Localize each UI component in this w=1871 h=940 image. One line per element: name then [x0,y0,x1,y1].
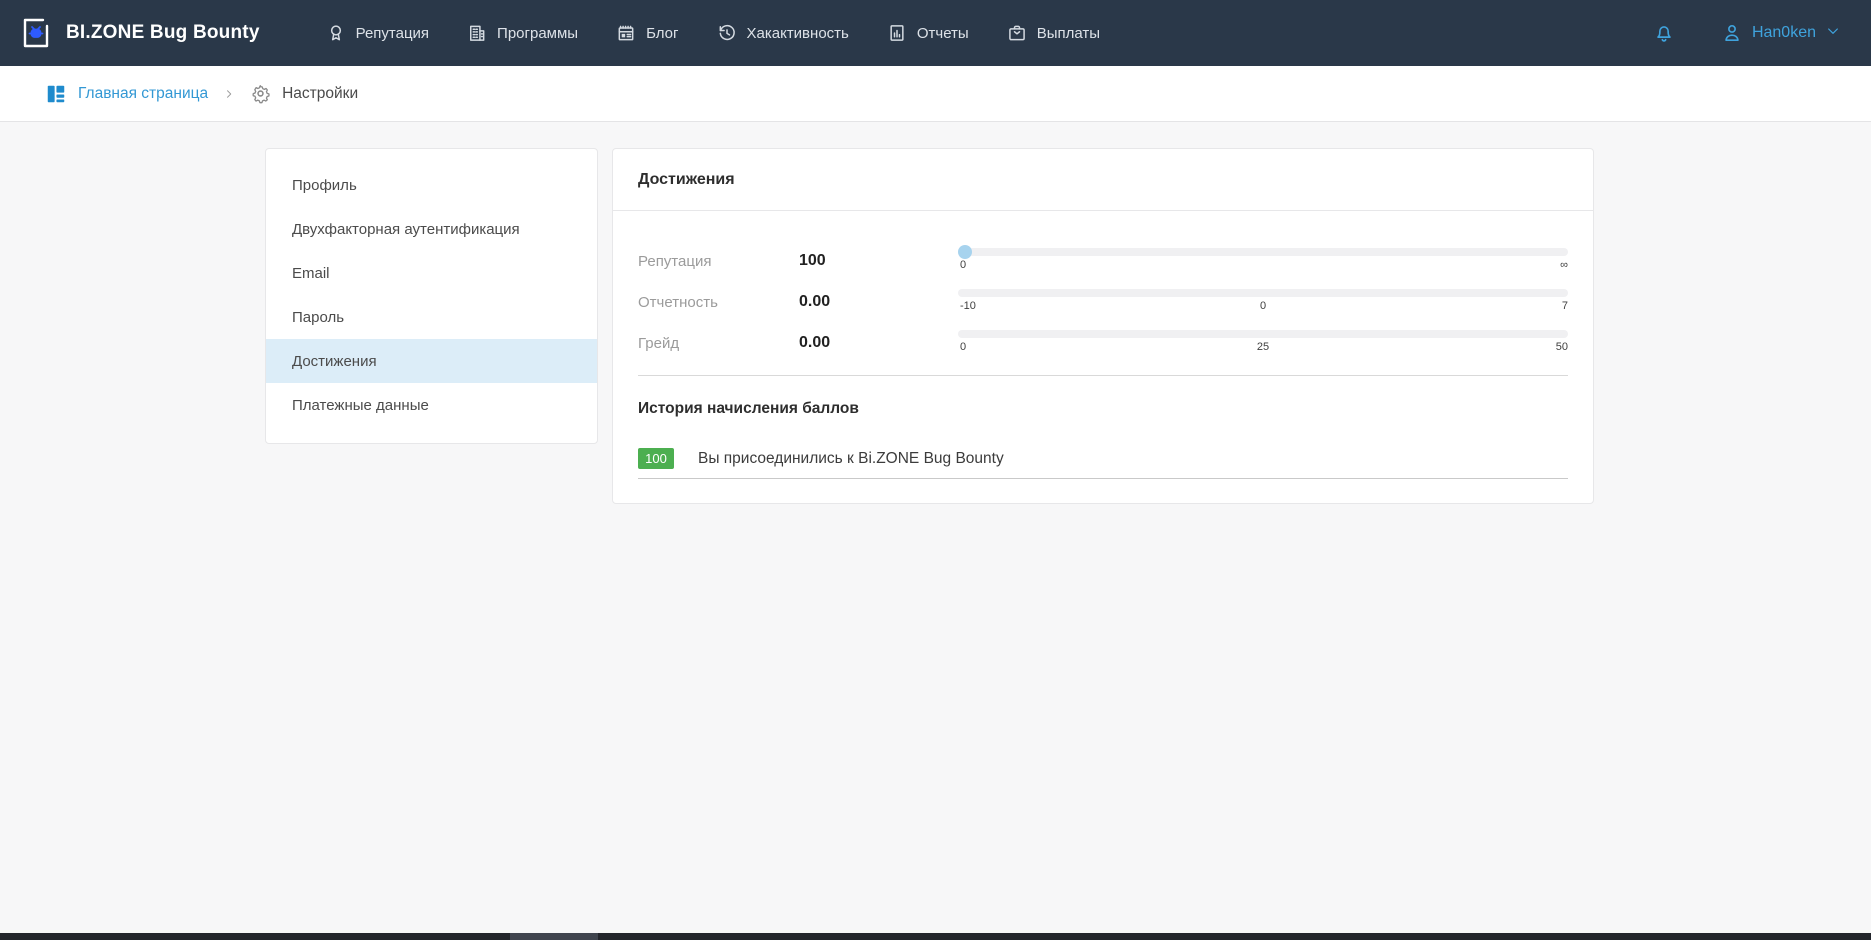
sidebar-item-payment-data[interactable]: Платежные данные [266,383,597,427]
nav-item-reports[interactable]: Отчеты [887,23,969,43]
nav-item-programs[interactable]: Программы [467,23,578,43]
nav-item-payments[interactable]: Выплаты [1007,23,1100,43]
slider-ticks: 0 25 50 [958,341,1568,356]
section-divider [638,375,1568,376]
notifications-button[interactable] [1653,22,1675,44]
sidebar-item-label: Двухфакторная аутентификация [292,221,520,238]
tick-min: 0 [960,341,966,353]
bell-icon [1653,22,1675,44]
tick-mid: 25 [1257,341,1269,353]
grade-slider: 0 25 50 [958,330,1568,356]
achievements-panel: Достижения Репутация 100 0 ∞ Отчетность … [612,148,1594,504]
brand-title: BI.ZONE Bug Bounty [66,22,260,44]
slider-ticks: 0 ∞ [958,259,1568,274]
slider-track[interactable] [958,330,1568,338]
slider-handle[interactable] [958,245,972,259]
user-menu[interactable]: Han0ken [1721,22,1841,44]
breadcrumb-current: Настройки [250,83,358,104]
nav-item-hackactivity[interactable]: Хакактивность [717,23,849,43]
scrollbar-thumb[interactable] [510,933,598,940]
nav-item-reputation[interactable]: Репутация [326,23,429,43]
tick-max: 50 [1556,341,1568,353]
sidebar-item-password[interactable]: Пароль [266,295,597,339]
breadcrumb-home-label: Главная страница [78,85,208,103]
metric-label: Отчетность [638,294,799,311]
nav-item-label: Хакактивность [747,25,849,42]
medal-icon [326,23,346,43]
history-title: История начисления баллов [638,400,1568,418]
gear-icon [250,83,271,104]
breadcrumb-home-link[interactable]: Главная страница [45,83,208,105]
metric-value: 100 [799,252,958,270]
metric-value: 0.00 [799,293,958,311]
nav-item-label: Репутация [356,25,429,42]
nav-item-blog[interactable]: Блог [616,23,678,43]
breadcrumb: Главная страница Настройки [0,66,1871,122]
sidebar-item-profile[interactable]: Профиль [266,163,597,207]
nav-item-label: Отчеты [917,25,969,42]
user-icon [1721,22,1743,44]
reporting-slider: -10 0 7 [958,289,1568,315]
card-bottom-padding [613,479,1593,503]
slider-track[interactable] [958,289,1568,297]
metric-row-reputation: Репутация 100 0 ∞ [638,241,1568,281]
metric-label: Репутация [638,253,799,270]
breadcrumb-current-label: Настройки [282,85,358,103]
sidebar-item-email[interactable]: Email [266,251,597,295]
building-icon [467,23,487,43]
history-entry: 100 Вы присоединились к Bi.ZONE Bug Boun… [638,448,1568,479]
metric-label: Грейд [638,335,799,352]
dashboard-icon [45,83,67,105]
tick-min: 0 [960,259,966,271]
tick-max: ∞ [1560,259,1568,271]
user-name: Han0ken [1752,24,1816,42]
slider-track[interactable] [958,248,1568,256]
sidebar-item-achievements[interactable]: Достижения [266,339,597,383]
nav-item-label: Выплаты [1037,25,1100,42]
points-badge: 100 [638,448,674,469]
blog-icon [616,23,636,43]
panel-title: Достижения [613,149,1593,211]
chevron-down-icon [1825,23,1841,39]
tick-mid: 0 [1260,300,1266,312]
sidebar-item-label: Достижения [292,353,377,370]
wallet-icon [1007,23,1027,43]
tick-max: 7 [1562,300,1568,312]
report-icon [887,23,907,43]
settings-sidebar: Профиль Двухфакторная аутентификация Ema… [265,148,598,444]
brand-logo[interactable]: BI.ZONE Bug Bounty [18,15,260,51]
breadcrumb-separator [223,88,235,100]
main-nav: Репутация Программы Блог [326,23,1100,43]
tick-min: -10 [960,300,976,312]
bottom-bar [0,933,1871,940]
history-icon [717,23,737,43]
sidebar-item-label: Профиль [292,177,357,194]
sidebar-item-label: Email [292,265,330,282]
sidebar-item-label: Платежные данные [292,397,429,414]
metric-value: 0.00 [799,334,958,352]
sidebar-item-label: Пароль [292,309,344,326]
top-nav: BI.ZONE Bug Bounty Репутация Программы [0,0,1871,66]
bizone-logo-icon [18,15,54,51]
reputation-slider: 0 ∞ [958,248,1568,274]
sidebar-item-2fa[interactable]: Двухфакторная аутентификация [266,207,597,251]
metrics-list: Репутация 100 0 ∞ Отчетность 0.00 -10 0 [613,211,1593,363]
slider-ticks: -10 0 7 [958,300,1568,315]
chevron-right-icon [223,88,235,100]
nav-item-label: Программы [497,25,578,42]
metric-row-grade: Грейд 0.00 0 25 50 [638,323,1568,363]
metric-row-reporting: Отчетность 0.00 -10 0 7 [638,282,1568,322]
nav-item-label: Блог [646,25,678,42]
history-entry-text: Вы присоединились к Bi.ZONE Bug Bounty [698,450,1004,468]
